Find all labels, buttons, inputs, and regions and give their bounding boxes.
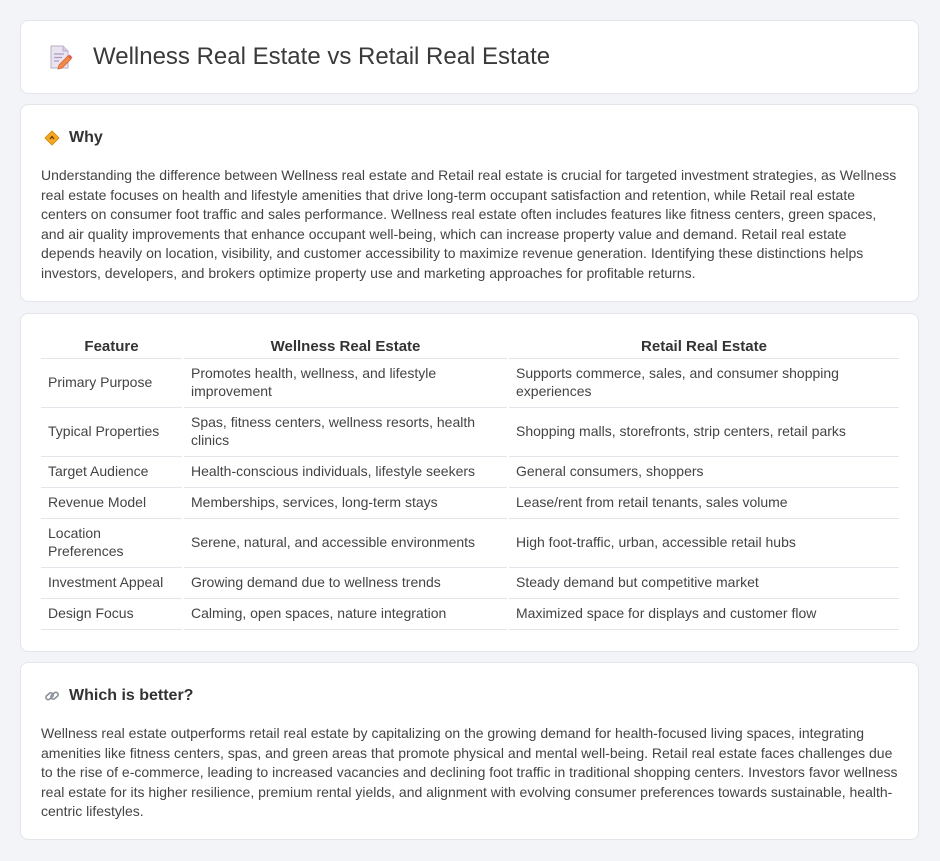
feature-cell: Typical Properties bbox=[41, 406, 183, 456]
retail-cell: Lease/rent from retail tenants, sales vo… bbox=[507, 486, 899, 518]
why-body: Understanding the difference between Wel… bbox=[41, 167, 897, 281]
table-row: Typical Properties Spas, fitness centers… bbox=[41, 406, 899, 456]
feature-cell: Investment Appeal bbox=[41, 566, 183, 598]
wellness-cell: Health-conscious individuals, lifestyle … bbox=[182, 455, 508, 487]
which-is-better-body: Wellness real estate outperforms retail … bbox=[41, 725, 898, 819]
diamond-sign-icon bbox=[43, 129, 61, 147]
table-row: Location Preferences Serene, natural, an… bbox=[41, 517, 899, 567]
wellness-cell: Promotes health, wellness, and lifestyle… bbox=[182, 357, 508, 407]
comparison-card: Feature Wellness Real Estate Retail Real… bbox=[20, 313, 919, 652]
wellness-cell: Serene, natural, and accessible environm… bbox=[182, 517, 508, 567]
table-row: Primary Purpose Promotes health, wellnes… bbox=[41, 357, 899, 407]
retail-cell: High foot-traffic, urban, accessible ret… bbox=[507, 517, 899, 567]
wellness-cell: Spas, fitness centers, wellness resorts,… bbox=[182, 406, 508, 456]
retail-cell: Supports commerce, sales, and consumer s… bbox=[507, 357, 899, 407]
feature-cell: Design Focus bbox=[41, 597, 183, 630]
table-row: Design Focus Calming, open spaces, natur… bbox=[41, 597, 899, 630]
retail-cell: Maximized space for displays and custome… bbox=[507, 597, 899, 630]
why-section: Why Understanding the difference between… bbox=[20, 104, 919, 302]
link-icon bbox=[43, 687, 61, 705]
which-is-better-section: Which is better? Wellness real estate ou… bbox=[20, 662, 919, 840]
table-row: Revenue Model Memberships, services, lon… bbox=[41, 486, 899, 518]
why-heading: Why bbox=[69, 129, 103, 146]
retail-cell: Steady demand but competitive market bbox=[507, 566, 899, 598]
title-card: Wellness Real Estate vs Retail Real Esta… bbox=[20, 20, 919, 94]
column-header-retail: Retail Real Estate bbox=[641, 338, 767, 356]
feature-cell: Revenue Model bbox=[41, 486, 183, 518]
feature-cell: Location Preferences bbox=[41, 517, 183, 567]
wellness-cell: Growing demand due to wellness trends bbox=[182, 566, 508, 598]
table-row: Target Audience Health-conscious individ… bbox=[41, 455, 899, 487]
feature-cell: Target Audience bbox=[41, 455, 183, 487]
wellness-cell: Memberships, services, long-term stays bbox=[182, 486, 508, 518]
table-row: Investment Appeal Growing demand due to … bbox=[41, 566, 899, 598]
page-title: Wellness Real Estate vs Retail Real Esta… bbox=[93, 43, 551, 70]
which-is-better-heading: Which is better? bbox=[69, 687, 194, 704]
retail-cell: Shopping malls, storefronts, strip cente… bbox=[507, 406, 899, 456]
column-header-feature: Feature bbox=[41, 336, 184, 358]
wellness-cell: Calming, open spaces, nature integration bbox=[182, 597, 508, 630]
feature-cell: Primary Purpose bbox=[41, 357, 183, 407]
table-header-row: Feature Wellness Real Estate Retail Real… bbox=[41, 336, 899, 358]
document-pencil-icon bbox=[47, 44, 73, 70]
column-header-wellness: Wellness Real Estate bbox=[183, 336, 509, 358]
comparison-table: Feature Wellness Real Estate Retail Real… bbox=[41, 336, 899, 630]
retail-cell: General consumers, shoppers bbox=[507, 455, 899, 487]
